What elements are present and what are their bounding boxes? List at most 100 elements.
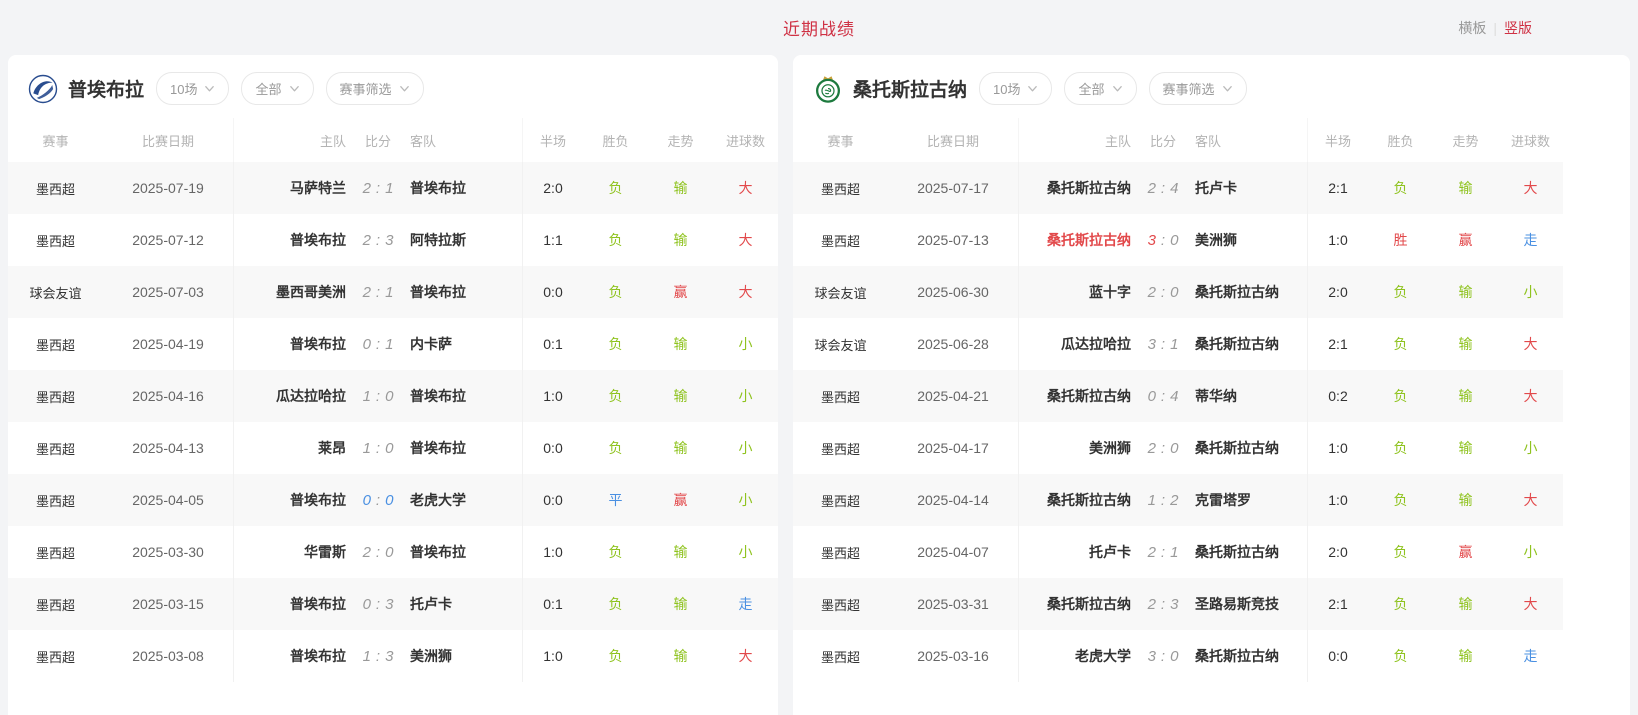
away-score: 1 [1170,544,1178,561]
away-score: 0 [385,440,393,457]
date-cell: 2025-03-30 [103,544,233,560]
panel-header: 桑托斯拉古纳 10场 全部 赛事筛选 [793,55,1630,118]
score: 1:2 [1131,492,1195,509]
scope-filter-label: 全部 [255,79,281,98]
chevron-down-icon [399,83,410,94]
table-row: 墨西超 2025-04-14 桑托斯拉古纳 1:2 克雷塔罗 1:0 负 输 大 [793,474,1563,526]
winloss-cell: 负 [1368,490,1433,510]
goals-cell: 大 [713,282,778,302]
goals-cell: 大 [713,646,778,666]
table-row: 球会友谊 2025-06-30 蓝十字 2:0 桑托斯拉古纳 2:0 负 输 小 [793,266,1563,318]
col-header-away: 客队 [1195,131,1307,150]
horizontal-layout-link[interactable]: 横板 [1458,18,1486,38]
home-score: 3 [1148,232,1156,249]
away-team: 托卢卡 [1195,178,1307,198]
home-score: 2 [1148,180,1156,197]
table-row: 墨西超 2025-04-19 普埃布拉 0:1 内卡萨 0:1 负 输 小 [8,318,778,370]
puebla-crest-icon [28,74,58,104]
scope-filter-dropdown[interactable]: 全部 [241,72,313,105]
winloss-cell: 平 [583,490,648,510]
match-cell: 马萨特兰 2:1 普埃布拉 [233,162,523,214]
away-score: 3 [385,596,393,613]
match-cell: 老虎大学 3:0 桑托斯拉古纳 [1018,630,1308,682]
away-score: 1 [385,180,393,197]
away-team: 桑托斯拉古纳 [1195,334,1307,354]
home-team: 桑托斯拉古纳 [1019,230,1131,250]
score: 1:3 [346,648,410,665]
score: 3:1 [1131,336,1195,353]
home-score: 2 [363,544,371,561]
away-score: 1 [385,336,393,353]
count-filter-dropdown[interactable]: 10场 [156,72,229,105]
home-score: 1 [1148,492,1156,509]
competition-filter-dropdown[interactable]: 赛事筛选 [326,72,424,105]
date-cell: 2025-04-19 [103,336,233,352]
score-colon: : [376,648,380,665]
trend-cell: 输 [1433,438,1498,458]
table-row: 墨西超 2025-04-16 瓜达拉哈拉 1:0 普埃布拉 1:0 负 输 小 [8,370,778,422]
halftime-cell: 0:0 [523,492,583,508]
halftime-cell: 0:1 [523,336,583,352]
league-cell: 墨西超 [8,439,103,458]
table-row: 墨西超 2025-04-07 托卢卡 2:1 桑托斯拉古纳 2:0 负 赢 小 [793,526,1563,578]
col-header-score: 比分 [1131,131,1195,150]
away-team: 美洲狮 [1195,230,1307,250]
chevron-down-icon [289,83,300,94]
table-row: 墨西超 2025-03-31 桑托斯拉古纳 2:3 圣路易斯竞技 2:1 负 输… [793,578,1563,630]
away-team: 阿特拉斯 [410,230,522,250]
goals-cell: 小 [713,386,778,406]
goals-cell: 大 [1498,334,1563,354]
layout-toggle: 横板 | 竖版 [1458,18,1532,38]
home-score: 0 [363,336,371,353]
date-cell: 2025-07-03 [103,284,233,300]
score-colon: : [376,492,380,509]
away-score: 2 [1170,492,1178,509]
date-cell: 2025-04-21 [888,388,1018,404]
competition-filter-dropdown[interactable]: 赛事筛选 [1149,72,1247,105]
toggle-divider: | [1493,20,1497,36]
score-colon: : [376,284,380,301]
league-cell: 墨西超 [793,387,888,406]
winloss-cell: 胜 [1368,230,1433,250]
home-team: 墨西哥美洲 [234,282,346,302]
goals-cell: 大 [713,178,778,198]
home-team: 瓜达拉哈拉 [1019,334,1131,354]
away-team: 普埃布拉 [410,282,522,302]
match-cell: 桑托斯拉古纳 1:2 克雷塔罗 [1018,474,1308,526]
home-score: 2 [1148,440,1156,457]
score: 0:3 [346,596,410,613]
goals-cell: 小 [713,490,778,510]
date-cell: 2025-03-16 [888,648,1018,664]
date-cell: 2025-03-08 [103,648,233,664]
winloss-cell: 负 [1368,334,1433,354]
home-score: 2 [1148,544,1156,561]
league-cell: 墨西超 [8,231,103,250]
score-colon: : [1161,232,1165,249]
league-cell: 墨西超 [793,439,888,458]
score: 3:0 [1131,648,1195,665]
chevron-down-icon [1222,83,1233,94]
halftime-cell: 0:2 [1308,388,1368,404]
chevron-down-icon [204,83,215,94]
home-team: 普埃布拉 [234,230,346,250]
match-cell: 瓜达拉哈拉 3:1 桑托斯拉古纳 [1018,318,1308,370]
home-score: 2 [1148,596,1156,613]
home-team: 桑托斯拉古纳 [1019,594,1131,614]
table-row: 墨西超 2025-03-15 普埃布拉 0:3 托卢卡 0:1 负 输 走 [8,578,778,630]
league-cell: 墨西超 [793,491,888,510]
results-table: 赛事 比赛日期 主队 比分 客队 半场 胜负 走势 进球数 墨西超 2025-0… [8,118,778,682]
count-filter-dropdown[interactable]: 10场 [979,72,1052,105]
league-cell: 球会友谊 [793,283,888,302]
home-team: 普埃布拉 [234,594,346,614]
match-cell: 桑托斯拉古纳 0:4 蒂华纳 [1018,370,1308,422]
vertical-layout-link[interactable]: 竖版 [1504,18,1532,38]
scope-filter-dropdown[interactable]: 全部 [1064,72,1136,105]
trend-cell: 输 [1433,282,1498,302]
score-colon: : [1161,388,1165,405]
away-team: 托卢卡 [410,594,522,614]
home-team: 老虎大学 [1019,646,1131,666]
date-cell: 2025-04-05 [103,492,233,508]
league-cell: 墨西超 [793,179,888,198]
away-team: 克雷塔罗 [1195,490,1307,510]
away-team: 桑托斯拉古纳 [1195,646,1307,666]
